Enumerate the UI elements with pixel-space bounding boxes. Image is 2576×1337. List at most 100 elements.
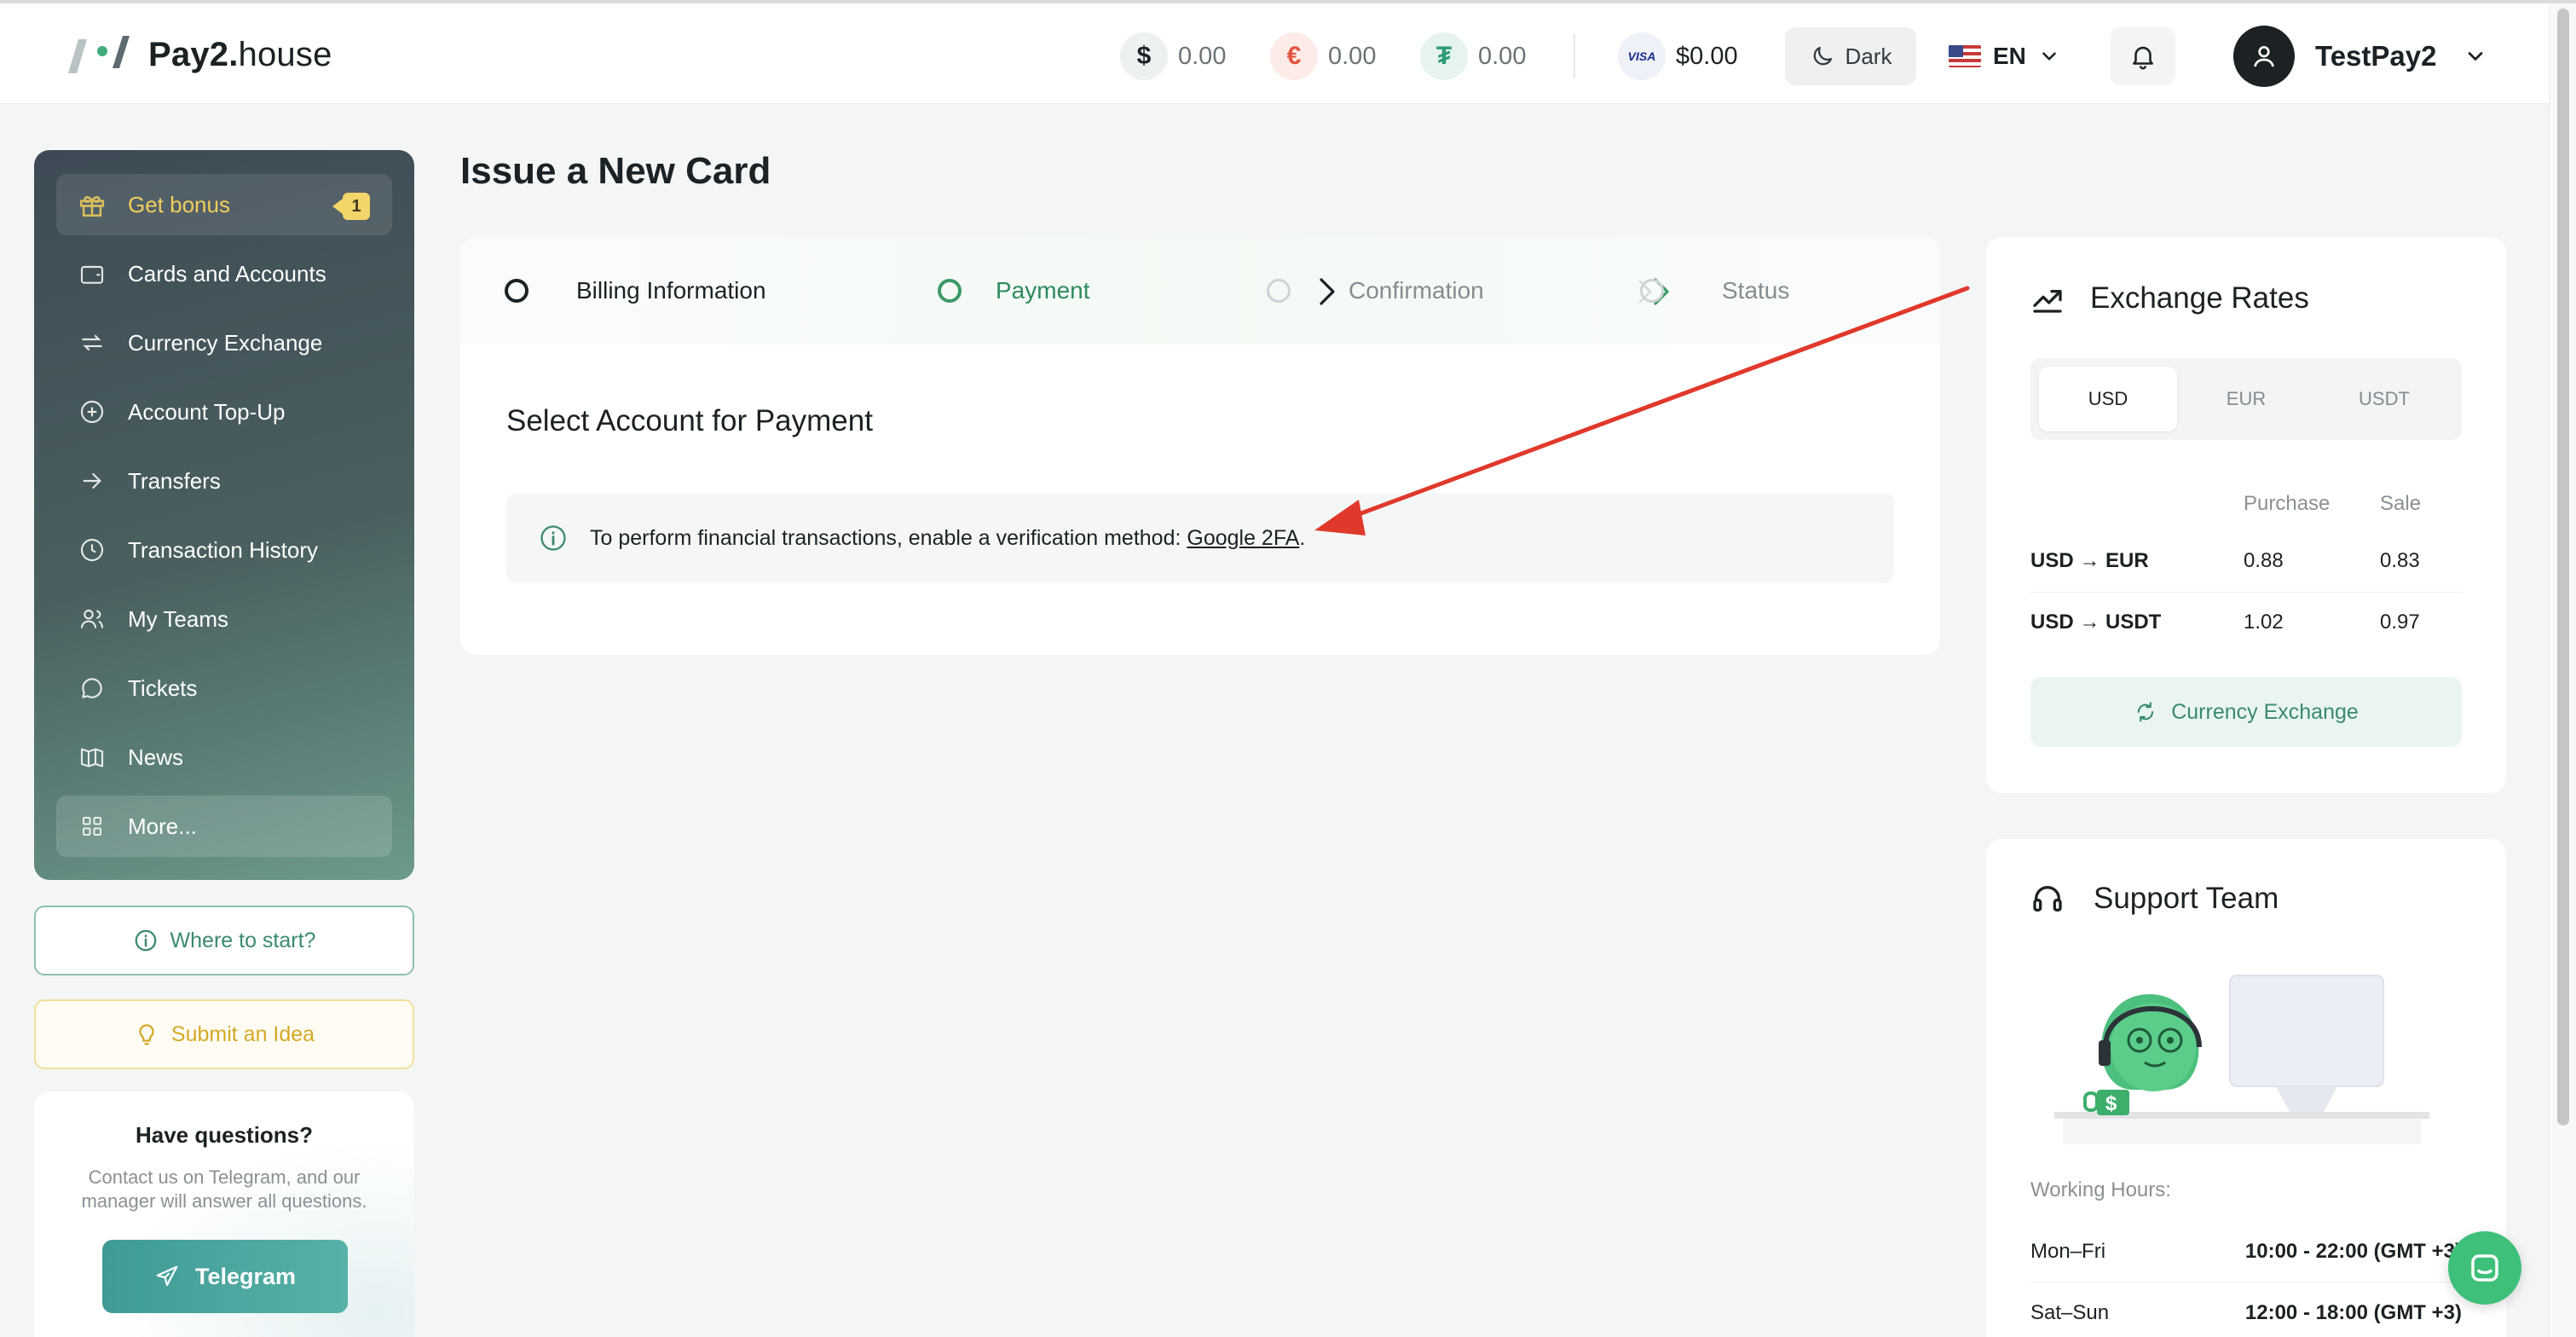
sidebar-item-news[interactable]: News (56, 726, 392, 788)
sidebar-item-label: My Teams (128, 605, 228, 632)
send-icon (156, 1265, 178, 1287)
balance-card[interactable]: VISA $0.00 (1618, 32, 1738, 80)
exchange-icon (77, 327, 107, 358)
us-flag-icon (1949, 45, 1981, 67)
hours-time: 10:00 - 22:00 (GMT +3) (2244, 1239, 2462, 1263)
balance-usd[interactable]: $ 0.00 (1120, 32, 1226, 80)
sidebar-item-account-top-up[interactable]: Account Top-Up (56, 381, 392, 443)
pair-column-header (2030, 478, 2244, 530)
rates-table: Purchase Sale USD → EUR 0.88 0.83 USD → … (2030, 478, 2462, 653)
tab-eur[interactable]: EUR (2177, 367, 2315, 431)
help-text: Contact us on Telegram, and our manager … (81, 1166, 367, 1212)
chat-icon (77, 673, 107, 703)
step-label: Status (1722, 277, 1790, 304)
tab-usdt[interactable]: USDT (2315, 367, 2453, 431)
sidebar-item-transfers[interactable]: Transfers (56, 450, 392, 512)
google-2fa-link[interactable]: Google 2FA (1187, 526, 1299, 550)
scrollbar-thumb[interactable] (2557, 9, 2569, 1126)
balance-usdt[interactable]: ₮ 0.00 (1420, 32, 1526, 80)
hours-days: Sat–Sun (2030, 1301, 2110, 1324)
currency-exchange-button[interactable]: Currency Exchange (2030, 677, 2462, 747)
hours-row: Sat–Sun 12:00 - 18:00 (GMT +3) (2030, 1282, 2462, 1337)
live-chat-button[interactable] (2448, 1231, 2521, 1305)
support-title: Support Team (2094, 882, 2279, 915)
working-hours-label: Working Hours: (2030, 1178, 2171, 1201)
sidebar-item-cards-and-accounts[interactable]: Cards and Accounts (56, 243, 392, 304)
top-header: Pay2.house $ 0.00 € 0.00 ₮ 0.00 VISA $0.… (0, 3, 2549, 104)
hours-time: 12:00 - 18:00 (GMT +3) (2244, 1301, 2462, 1324)
currency-exchange-label: Currency Exchange (2171, 699, 2359, 724)
table-row: USD → USDT 1.02 0.97 (2030, 591, 2462, 653)
avatar (2233, 26, 2295, 87)
step-status[interactable]: Status (1640, 274, 1789, 308)
step-label: Payment (996, 277, 1090, 304)
support-illustration: $ (2054, 975, 2429, 1144)
language-selector[interactable]: EN (1949, 32, 2060, 80)
sidebar-item-transaction-history[interactable]: Transaction History (56, 519, 392, 581)
help-title: Have questions? (135, 1122, 314, 1148)
username: TestPay2 (2315, 40, 2437, 72)
user-menu[interactable]: TestPay2 (2233, 26, 2487, 87)
support-header: Support Team (2030, 882, 2279, 916)
tether-icon: ₮ (1420, 32, 1468, 80)
book-icon (77, 742, 107, 773)
telegram-button[interactable]: Telegram (102, 1240, 348, 1313)
step-indicator (1267, 279, 1291, 303)
sidebar-item-more[interactable]: More... (56, 796, 392, 857)
issue-card-panel: Billing Information Payment Confirmation… (460, 237, 1940, 655)
sidebar-item-get-bonus[interactable]: Get bonus 1 (56, 174, 392, 235)
where-to-start-button[interactable]: Where to start? (34, 906, 414, 975)
step-confirmation[interactable]: Confirmation (1267, 274, 1484, 308)
step-payment[interactable]: Payment (938, 274, 1090, 308)
section-title: Select Account for Payment (506, 404, 873, 437)
sidebar-item-currency-exchange[interactable]: Currency Exchange (56, 312, 392, 373)
sidebar-item-label: News (128, 744, 184, 770)
step-label: Billing Information (576, 277, 766, 304)
info-icon (135, 929, 156, 952)
sidebar: Get bonus 1 Cards and Accounts Currency … (34, 150, 414, 880)
balance-eur[interactable]: € 0.00 (1270, 32, 1376, 80)
rate-pair: USD → USDT (2030, 591, 2244, 653)
language-label: EN (1993, 43, 2026, 69)
balance-usd-value: 0.00 (1178, 42, 1227, 70)
help-card: Have questions? Contact us on Telegram, … (34, 1091, 414, 1337)
header-divider (1574, 34, 1575, 78)
sidebar-item-tickets[interactable]: Tickets (56, 657, 392, 719)
table-header-row: Purchase Sale (2030, 478, 2462, 530)
dollar-icon: $ (1120, 32, 1168, 80)
page-scrollbar[interactable] (2549, 3, 2576, 1337)
notice-text: To perform financial transactions, enabl… (590, 525, 1306, 550)
headset-icon (2033, 886, 2062, 912)
clock-icon (77, 535, 107, 565)
theme-toggle-button[interactable]: Dark (1785, 27, 1916, 85)
trend-up-icon (2033, 290, 2062, 313)
sidebar-item-label: Cards and Accounts (128, 260, 326, 286)
grid-icon (77, 811, 107, 842)
tab-usd[interactable]: USD (2039, 367, 2177, 431)
balance-card-value: $0.00 (1676, 42, 1738, 70)
step-indicator (1640, 279, 1664, 303)
submit-idea-button[interactable]: Submit an Idea (34, 999, 414, 1069)
table-row: USD → EUR 0.88 0.83 (2030, 530, 2462, 592)
chevron-down-icon (2042, 52, 2056, 61)
currency-tabs: USD EUR USDT (2030, 358, 2462, 440)
telegram-label: Telegram (194, 1263, 297, 1289)
exchange-rates-header: Exchange Rates (2030, 281, 2309, 315)
where-to-start-label: Where to start? (170, 928, 316, 952)
sidebar-item-label: Transfers (128, 467, 221, 494)
notifications-button[interactable] (2111, 27, 2175, 85)
step-label: Confirmation (1349, 277, 1484, 304)
visa-icon: VISA (1618, 32, 1666, 80)
sidebar-item-label: Currency Exchange (128, 329, 323, 356)
bonus-count-badge: 1 (332, 193, 370, 220)
moon-icon (1813, 46, 1832, 66)
step-billing-information[interactable]: Billing Information (505, 274, 766, 308)
refresh-icon (2138, 702, 2154, 722)
lightbulb-icon (139, 1024, 154, 1045)
exchange-rates-card: Exchange Rates USD EUR USDT Purchase Sal… (1986, 237, 2506, 793)
verification-notice: To perform financial transactions, enabl… (506, 493, 1894, 583)
sidebar-item-my-teams[interactable]: My Teams (56, 588, 392, 650)
logo[interactable]: Pay2.house (61, 29, 332, 80)
sidebar-item-label: Transaction History (128, 536, 318, 563)
step-indicator (938, 279, 962, 303)
